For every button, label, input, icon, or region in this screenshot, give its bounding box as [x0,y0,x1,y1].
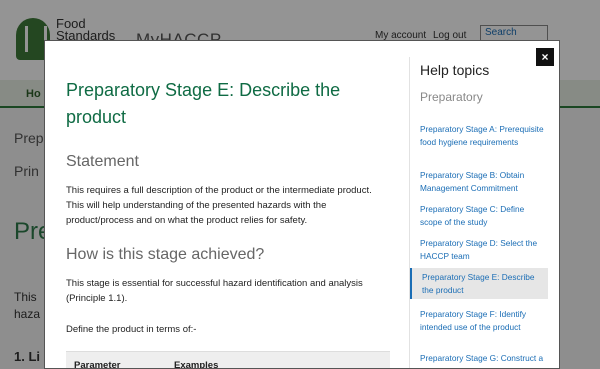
help-topics-sidebar: Help topics Preparatory Preparatory Stag… [409,57,549,368]
help-modal: × Preparatory Stage E: Describe the prod… [44,40,560,369]
statement-heading: Statement [66,153,139,170]
help-link-stage-b[interactable]: Preparatory Stage B: Obtain Management C… [420,169,546,194]
help-link-stage-e[interactable]: Preparatory Stage E: Describe the produc… [410,268,548,299]
help-link-stage-g[interactable]: Preparatory Stage G: Construct a flow di… [420,352,546,368]
statement-text: This requires a full description of the … [66,185,372,226]
help-link-stage-a[interactable]: Preparatory Stage A: Prerequisite food h… [420,123,546,148]
help-link-stage-f[interactable]: Preparatory Stage F: Identify intended u… [420,308,546,333]
parameter-table-header: Parameter Examples [66,351,390,369]
help-topics-category: Preparatory [420,90,483,104]
table-header-examples: Examples [174,360,219,369]
modal-title: Preparatory Stage E: Describe the produc… [66,80,341,127]
help-topics-title: Help topics [420,62,490,78]
modal-content: Preparatory Stage E: Describe the produc… [65,41,395,369]
help-link-stage-d[interactable]: Preparatory Stage D: Select the HACCP te… [420,237,546,262]
how-heading: How is this stage achieved? [66,246,265,263]
how-text: This stage is essential for successful h… [66,278,363,304]
help-link-stage-c[interactable]: Preparatory Stage C: Define scope of the… [420,203,546,228]
define-text: Define the product in terms of:- [66,324,197,335]
table-header-parameter: Parameter [74,360,121,369]
